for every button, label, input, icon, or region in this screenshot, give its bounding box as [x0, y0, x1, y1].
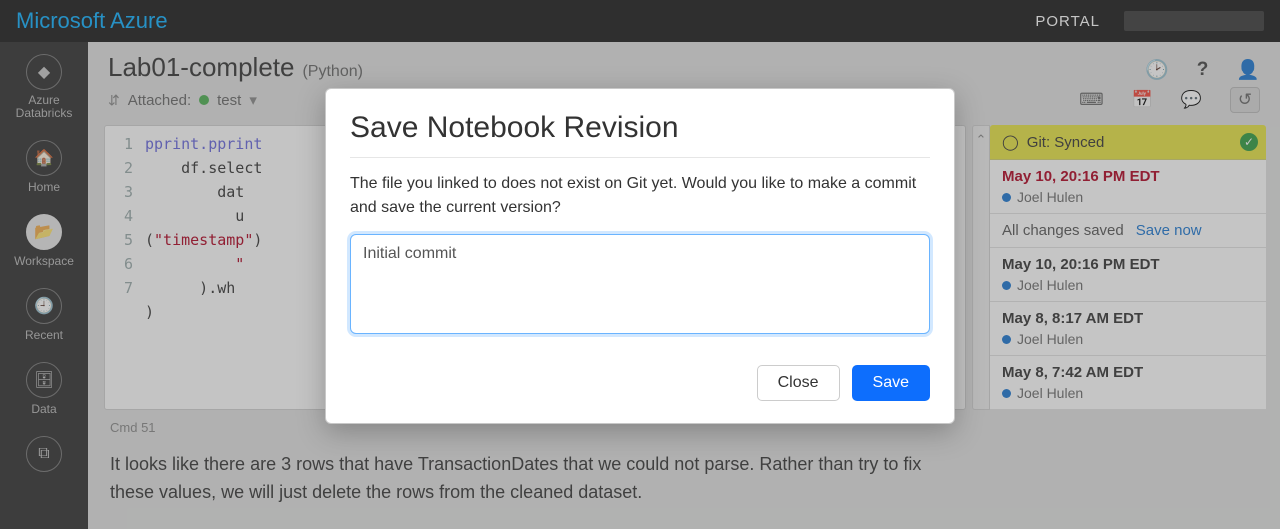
- divider: [350, 157, 930, 158]
- modal-message: The file you linked to does not exist on…: [350, 172, 930, 220]
- save-revision-dialog: Save Notebook Revision The file you link…: [325, 88, 955, 424]
- commit-message-input[interactable]: [350, 234, 930, 334]
- modal-title: Save Notebook Revision: [350, 111, 930, 145]
- close-button[interactable]: Close: [757, 365, 840, 401]
- modal-overlay[interactable]: Save Notebook Revision The file you link…: [0, 0, 1280, 529]
- save-button[interactable]: Save: [852, 365, 930, 401]
